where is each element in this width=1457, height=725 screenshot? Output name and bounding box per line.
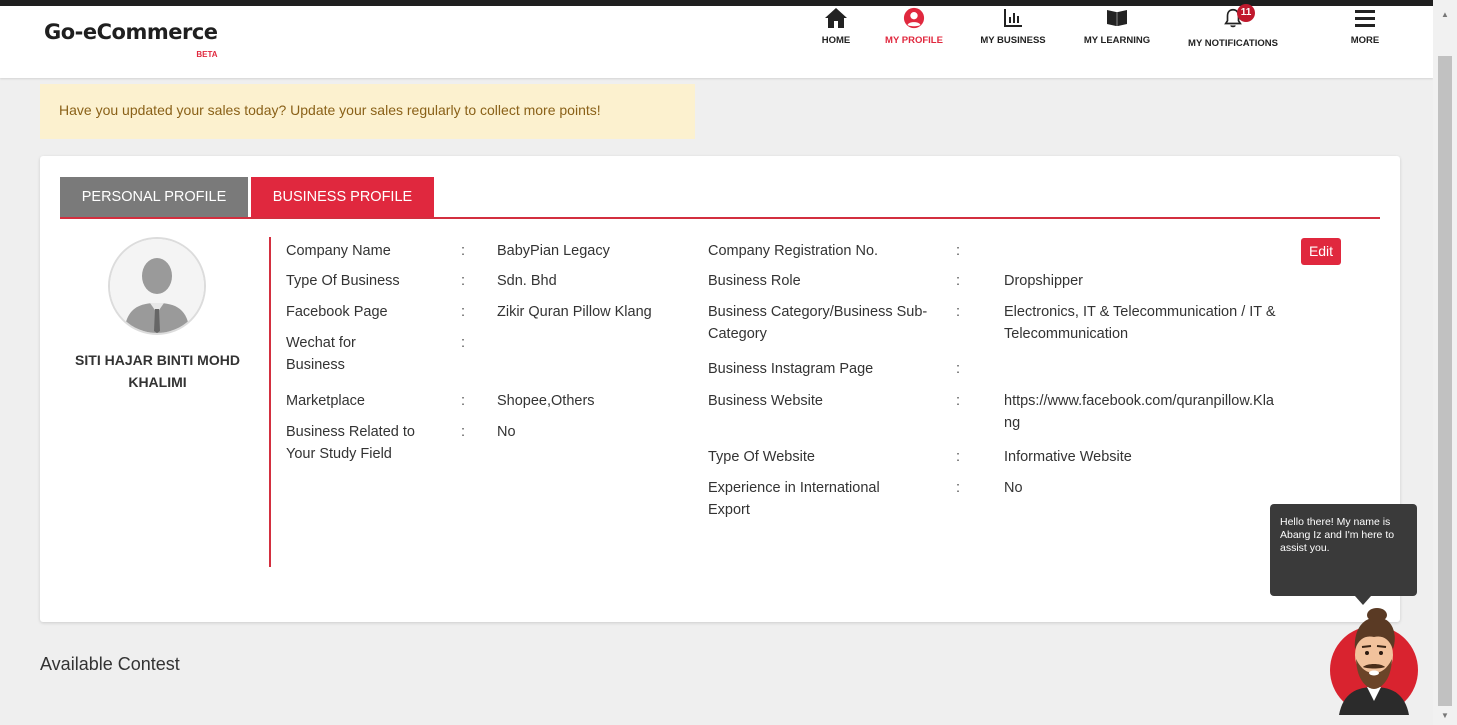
nav-my-business[interactable]: MY BUSINESS [972, 7, 1054, 46]
home-icon [825, 8, 847, 28]
profile-tabs: PERSONAL PROFILE BUSINESS PROFILE [60, 177, 1380, 219]
nav-my-notifications-label: MY NOTIFICATIONS [1188, 38, 1278, 49]
profile-card: PERSONAL PROFILE BUSINESS PROFILE SITI H… [40, 156, 1400, 622]
nav-my-learning[interactable]: MY LEARNING [1074, 7, 1160, 46]
field-label-business-website: Business Website [708, 393, 823, 409]
available-contest-heading: Available Contest [40, 654, 180, 674]
page-scrollbar[interactable]: ▲ ▼ [1433, 0, 1457, 725]
field-value-business-category: Electronics, IT & Telecommunication / IT… [1004, 304, 1276, 342]
field-label-business-category: Business Category/Business Sub-Category [708, 304, 928, 342]
field-value-type-of-business: Sdn. Bhd [497, 273, 557, 289]
main-nav: HOME MY PROFILE MY BUSINESS MY LEARNING [0, 0, 1433, 72]
avatar [108, 237, 206, 335]
profile-divider [269, 237, 271, 567]
field-value-company-name: BabyPian Legacy [497, 243, 610, 259]
field-label-wechat: Wechat for Business [286, 335, 356, 373]
nav-more[interactable]: MORE [1340, 7, 1390, 46]
scroll-down-arrow-icon[interactable]: ▼ [1433, 707, 1457, 725]
scroll-up-arrow-icon[interactable]: ▲ [1433, 6, 1457, 24]
sales-update-notice: Have you updated your sales today? Updat… [40, 84, 695, 139]
field-separator: : [956, 449, 961, 465]
field-separator: : [956, 361, 961, 377]
nav-home[interactable]: HOME [810, 7, 862, 46]
field-value-business-website: https://www.facebook.com/quranpillow.Kla… [1004, 393, 1274, 431]
field-label-facebook-page: Facebook Page [286, 304, 388, 320]
assistant-chat-button[interactable] [1329, 597, 1420, 715]
field-value-international-export: No [1004, 480, 1023, 496]
field-separator: : [956, 304, 961, 320]
field-separator: : [956, 243, 961, 259]
field-value-facebook-page: Zikir Quran Pillow Klang [497, 304, 652, 320]
scroll-thumb[interactable] [1438, 56, 1452, 706]
field-label-instagram-page: Business Instagram Page [708, 361, 874, 377]
default-avatar-icon [110, 239, 204, 333]
assistant-avatar-icon [1330, 608, 1418, 715]
tab-business-profile[interactable]: BUSINESS PROFILE [251, 177, 434, 217]
edit-button[interactable]: Edit [1301, 238, 1341, 265]
user-circle-icon [903, 7, 925, 29]
field-value-type-of-website: Informative Website [1004, 449, 1132, 465]
field-separator: : [461, 393, 466, 409]
assistant-message-bubble: Hello there! My name is Abang Iz and I'm… [1270, 504, 1417, 596]
field-separator: : [461, 335, 466, 351]
field-value-study-field: No [497, 424, 516, 440]
field-label-type-of-business: Type Of Business [286, 273, 400, 289]
nav-my-learning-label: MY LEARNING [1083, 35, 1151, 46]
field-label-type-of-website: Type Of Website [708, 449, 815, 465]
field-label-registration-no: Company Registration No. [708, 243, 879, 259]
hamburger-menu-icon [1355, 10, 1375, 27]
field-label-marketplace: Marketplace [286, 393, 365, 409]
field-separator: : [461, 273, 466, 289]
field-label-international-export: Experience in International Export [708, 480, 880, 518]
field-separator: : [461, 424, 466, 440]
nav-my-notifications[interactable]: 11 MY NOTIFICATIONS [1178, 4, 1288, 49]
nav-my-business-label: MY BUSINESS [980, 35, 1046, 46]
open-book-icon [1107, 10, 1127, 26]
field-label-study-field: Business Related to Your Study Field [286, 424, 415, 462]
field-separator: : [956, 393, 961, 409]
field-value-business-role: Dropshipper [1004, 273, 1083, 289]
field-separator: : [956, 273, 961, 289]
nav-home-label: HOME [821, 35, 851, 46]
tab-personal-profile[interactable]: PERSONAL PROFILE [60, 177, 248, 217]
user-full-name: SITI HAJAR BINTI MOHD KHALIMI [75, 352, 240, 390]
field-separator: : [461, 304, 466, 320]
bar-chart-icon [1004, 9, 1022, 27]
field-separator: : [956, 480, 961, 496]
field-label-business-role: Business Role [708, 273, 801, 289]
field-separator: : [461, 243, 466, 259]
notification-count-badge: 11 [1237, 4, 1255, 22]
field-label-company-name: Company Name [286, 243, 391, 259]
field-value-marketplace: Shopee,Others [497, 393, 595, 409]
nav-more-label: MORE [1350, 35, 1380, 46]
nav-my-profile-label: MY PROFILE [885, 35, 943, 46]
nav-my-profile[interactable]: MY PROFILE [876, 7, 952, 46]
